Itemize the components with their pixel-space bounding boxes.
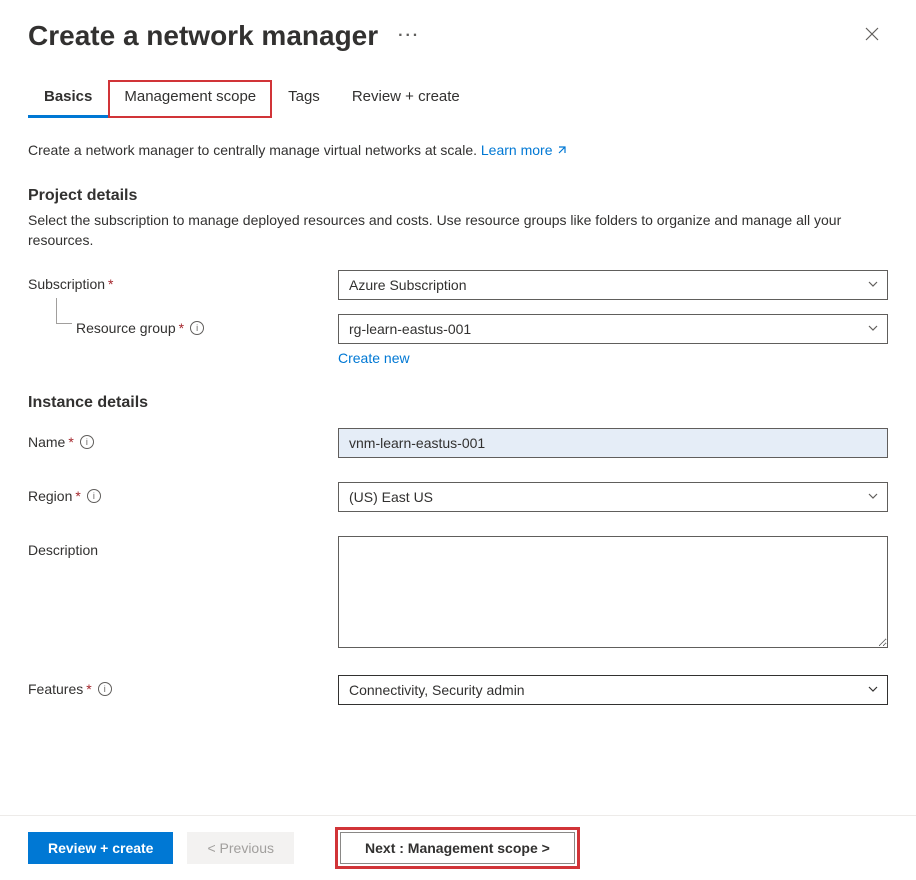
tab-review-create[interactable]: Review + create — [336, 80, 476, 118]
tab-bar: Basics Management scope Tags Review + cr… — [0, 62, 916, 118]
features-select[interactable]: Connectivity, Security admin — [338, 675, 888, 705]
tab-management-scope[interactable]: Management scope — [108, 80, 272, 118]
indent-connector — [56, 298, 72, 324]
region-select[interactable]: (US) East US — [338, 482, 888, 512]
chevron-down-icon — [867, 277, 879, 293]
footer-bar: Review + create < Previous Next : Manage… — [0, 815, 916, 880]
info-icon[interactable]: i — [80, 435, 94, 449]
required-indicator: * — [86, 681, 91, 697]
external-link-icon — [556, 143, 568, 159]
info-icon[interactable]: i — [190, 321, 204, 335]
label-subscription: Subscription* — [28, 270, 338, 292]
tab-basics[interactable]: Basics — [28, 80, 108, 118]
learn-more-link[interactable]: Learn more — [481, 142, 569, 158]
description-textarea[interactable] — [338, 536, 888, 648]
section-title-project-details: Project details — [28, 187, 888, 205]
create-new-link[interactable]: Create new — [338, 350, 410, 366]
chevron-down-icon — [867, 321, 879, 337]
intro-text-body: Create a network manager to centrally ma… — [28, 142, 481, 158]
page-title: Create a network manager — [28, 20, 378, 52]
close-button[interactable] — [856, 22, 888, 51]
name-input[interactable] — [338, 428, 888, 458]
section-desc-project-details: Select the subscription to manage deploy… — [28, 211, 888, 250]
tab-tags[interactable]: Tags — [272, 80, 336, 118]
chevron-down-icon — [867, 682, 879, 698]
required-indicator: * — [68, 434, 73, 450]
label-description: Description — [28, 536, 338, 558]
label-region: Region* i — [28, 482, 338, 504]
required-indicator: * — [75, 488, 80, 504]
subscription-select[interactable]: Azure Subscription — [338, 270, 888, 300]
close-icon — [864, 26, 880, 42]
intro-text: Create a network manager to centrally ma… — [28, 142, 888, 159]
resource-group-select[interactable]: rg-learn-eastus-001 — [338, 314, 888, 344]
next-button[interactable]: Next : Management scope > — [340, 832, 575, 864]
info-icon[interactable]: i — [98, 682, 112, 696]
more-options-icon[interactable]: ··· — [398, 27, 420, 45]
info-icon[interactable]: i — [87, 489, 101, 503]
previous-button: < Previous — [187, 832, 294, 864]
label-resource-group: Resource group* i — [28, 314, 338, 336]
review-create-button[interactable]: Review + create — [28, 832, 173, 864]
section-title-instance-details: Instance details — [28, 394, 888, 412]
label-name: Name* i — [28, 428, 338, 450]
chevron-down-icon — [867, 489, 879, 505]
required-indicator: * — [179, 320, 184, 336]
label-features: Features* i — [28, 675, 338, 697]
required-indicator: * — [108, 276, 113, 292]
